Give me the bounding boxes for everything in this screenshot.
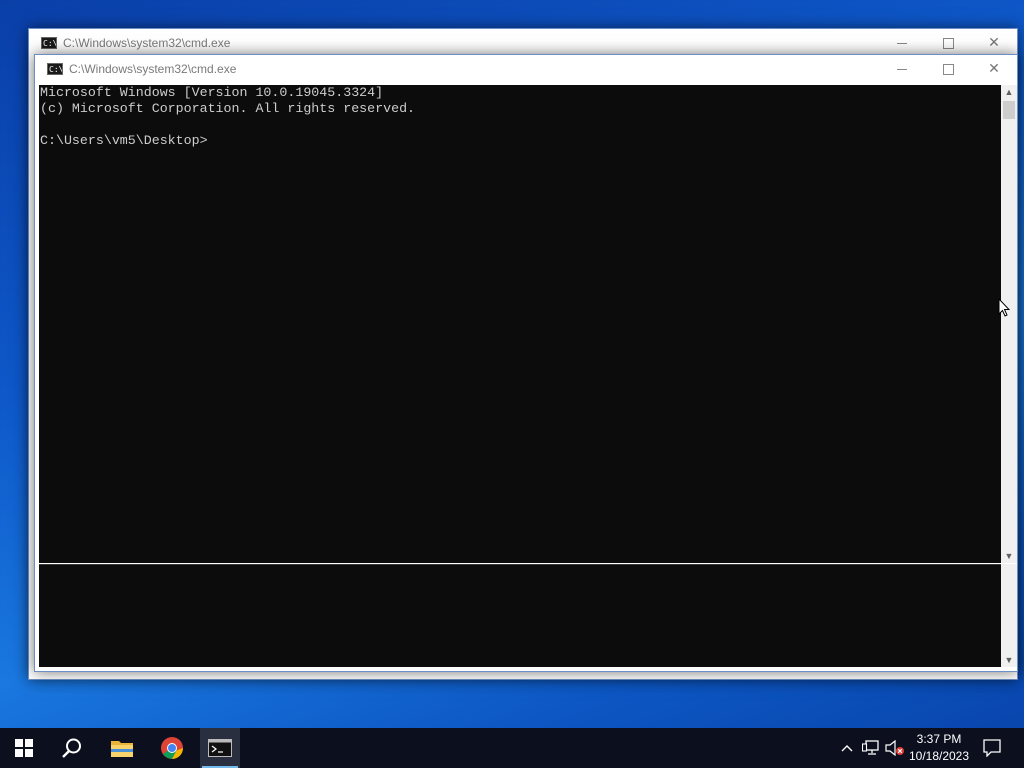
close-icon: ✕ — [988, 61, 1000, 77]
minimize-icon — [897, 68, 907, 70]
close-button[interactable]: ✕ — [971, 29, 1017, 57]
scroll-down-icon[interactable]: ▼ — [1001, 653, 1017, 667]
console-line: (c) Microsoft Corporation. All rights re… — [40, 101, 416, 116]
close-button[interactable]: ✕ — [971, 55, 1017, 83]
console-output[interactable]: Microsoft Windows [Version 10.0.19045.33… — [39, 85, 1001, 563]
clock-time: 3:37 PM — [916, 732, 962, 746]
vertical-scrollbar[interactable]: ▲ ▼ — [1001, 85, 1017, 563]
search-icon — [62, 738, 81, 758]
windows-start-icon — [15, 739, 33, 757]
chevron-up-icon — [841, 745, 853, 752]
vertical-scrollbar-lower[interactable]: ▼ — [1001, 564, 1017, 667]
maximize-button[interactable] — [925, 55, 971, 83]
file-explorer-button[interactable] — [98, 728, 146, 768]
chrome-button[interactable] — [148, 728, 196, 768]
window-title: C:\Windows\system32\cmd.exe — [63, 36, 231, 50]
mouse-cursor-icon — [998, 298, 1010, 317]
chrome-icon — [161, 737, 183, 759]
minimize-button[interactable] — [879, 29, 925, 57]
scroll-down-icon[interactable]: ▼ — [1001, 549, 1017, 563]
cmd-icon: C:\ — [41, 37, 57, 49]
maximize-icon — [942, 37, 954, 49]
title-bar[interactable]: C:\ C:\Windows\system32\cmd.exe ✕ — [29, 29, 1017, 57]
start-button[interactable] — [0, 728, 48, 768]
console-split-pane[interactable] — [39, 564, 1001, 667]
show-hidden-icons-button[interactable] — [838, 728, 856, 768]
maximize-button[interactable] — [925, 29, 971, 57]
network-button[interactable] — [860, 728, 882, 768]
minimize-button[interactable] — [879, 55, 925, 83]
cmd-taskbar-button[interactable] — [200, 728, 240, 768]
window-title: C:\Windows\system32\cmd.exe — [69, 62, 237, 76]
console-line: Microsoft Windows [Version 10.0.19045.33… — [40, 85, 384, 100]
scrollbar-thumb[interactable] — [1003, 101, 1015, 119]
network-icon — [862, 740, 879, 755]
notification-icon — [983, 739, 1001, 757]
clock-date: 10/18/2023 — [908, 749, 970, 763]
console-prompt[interactable]: C:\Users\vm5\Desktop> — [40, 133, 1001, 149]
scroll-up-icon[interactable]: ▲ — [1001, 85, 1017, 99]
maximize-icon — [942, 63, 954, 75]
cmd-icon: C:\ — [47, 63, 63, 75]
cmd-window-front[interactable]: C:\ C:\Windows\system32\cmd.exe ✕ Micros… — [34, 54, 1018, 672]
command-prompt-icon — [208, 739, 232, 757]
action-center-button[interactable] — [978, 728, 1006, 768]
search-button[interactable] — [48, 728, 96, 768]
minimize-icon — [897, 42, 907, 44]
clock[interactable]: 3:37 PM 10/18/2023 — [902, 731, 976, 765]
close-icon: ✕ — [988, 35, 1000, 51]
taskbar: 3:37 PM 10/18/2023 — [0, 728, 1024, 768]
file-explorer-icon — [111, 741, 133, 757]
title-bar[interactable]: C:\ C:\Windows\system32\cmd.exe ✕ — [35, 55, 1017, 83]
